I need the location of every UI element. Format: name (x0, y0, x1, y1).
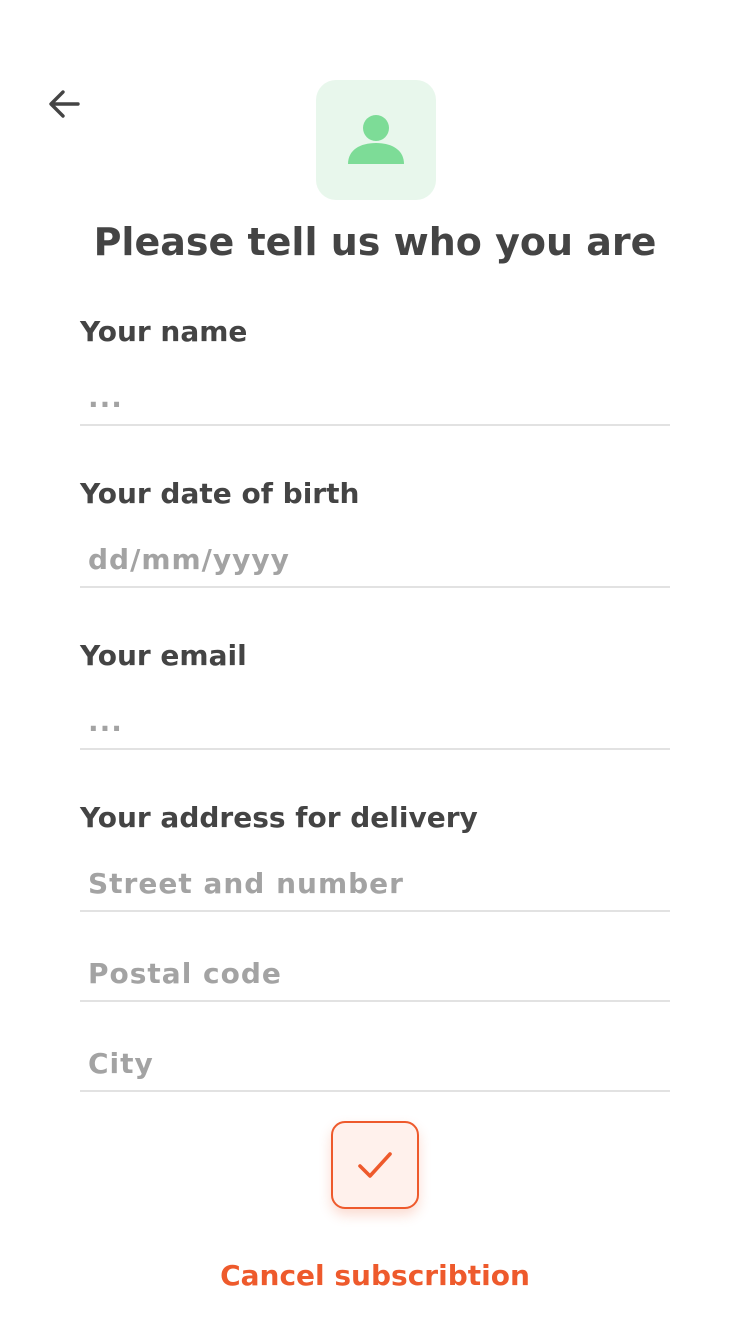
back-button[interactable] (40, 80, 88, 128)
dob-input[interactable] (80, 532, 670, 588)
address-label: Your address for delivery (80, 801, 478, 834)
avatar (316, 80, 436, 200)
email-input[interactable] (80, 694, 670, 750)
postal-code-input[interactable] (80, 946, 670, 1002)
user-icon (348, 115, 404, 164)
street-input[interactable] (80, 856, 670, 912)
city-input[interactable] (80, 1036, 670, 1092)
confirm-button[interactable] (331, 1121, 419, 1209)
cancel-subscription-link[interactable]: Cancel subscribtion (0, 1256, 750, 1296)
name-label: Your name (80, 315, 248, 348)
page-title: Please tell us who you are (93, 220, 657, 264)
checkmark-icon (358, 1152, 392, 1178)
arrow-left-icon (49, 90, 80, 118)
email-label: Your email (80, 639, 247, 672)
name-input[interactable] (80, 370, 670, 426)
dob-label: Your date of birth (80, 477, 360, 510)
